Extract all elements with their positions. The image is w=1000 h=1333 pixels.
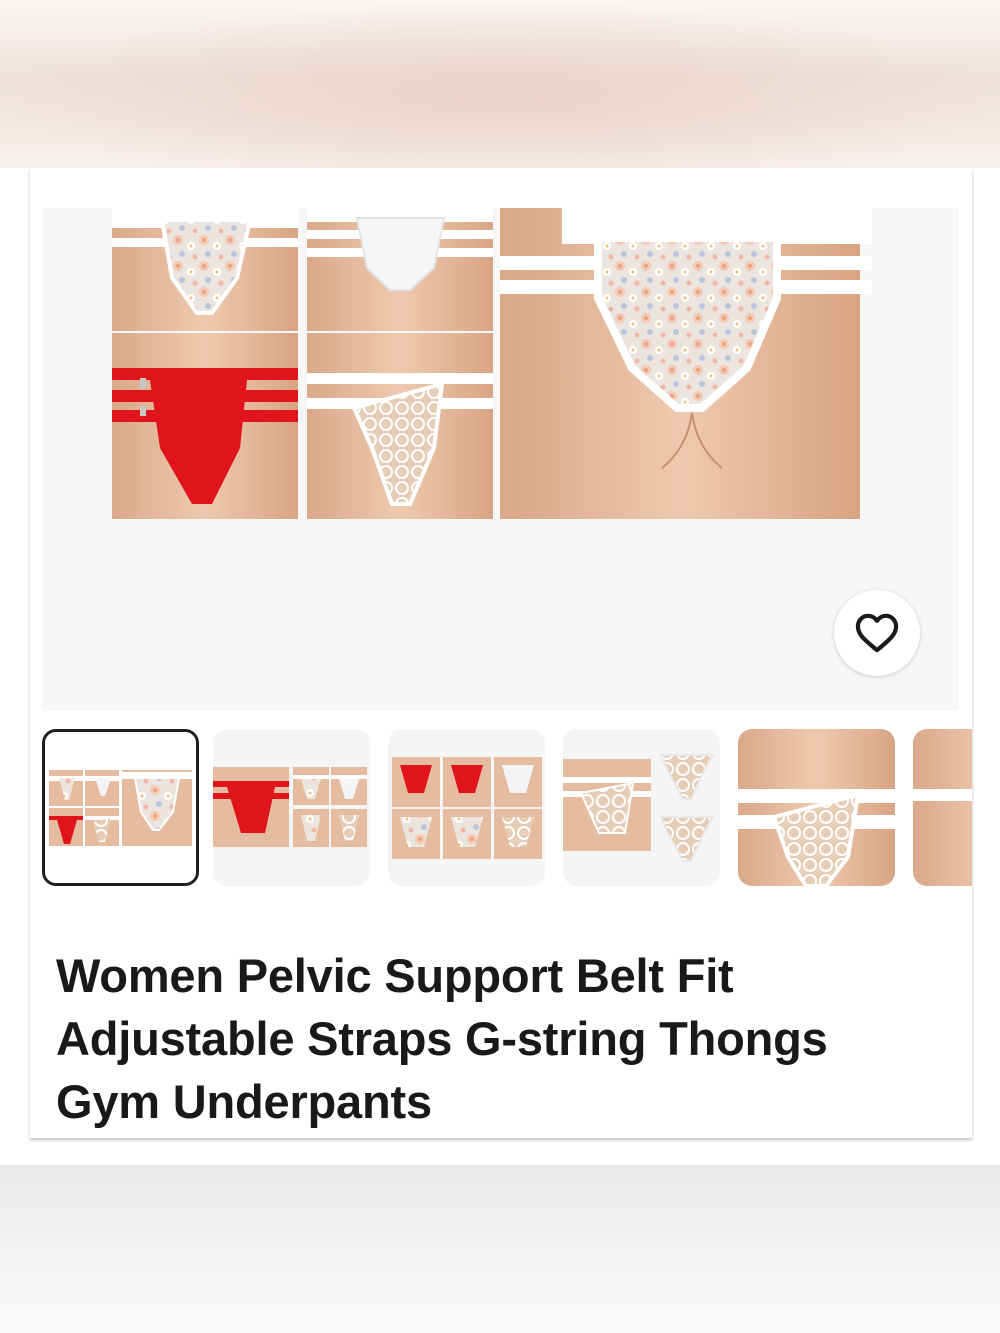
thumbnail-lattice-front-image [738, 729, 895, 886]
thumbnail-1[interactable] [42, 729, 199, 886]
thumbnail-4[interactable] [563, 729, 720, 886]
screenshot-page: Women Pelvic Support Belt Fit Adjustable… [0, 0, 1000, 1333]
thumbnail-2[interactable] [213, 729, 370, 886]
thumbnail-lattice-image [563, 729, 720, 886]
thumbnail-3[interactable] [388, 729, 545, 886]
thumbnail-collage-image [45, 732, 196, 883]
thumbnail-strip [42, 729, 972, 887]
product-main-image[interactable] [42, 208, 959, 711]
product-collage-image [112, 208, 872, 519]
thumbnail-grid-image [388, 729, 545, 886]
listing-title: Women Pelvic Support Belt Fit Adjustable… [56, 949, 828, 1128]
blurred-background-top [0, 0, 1000, 168]
thumbnail-partial-image [913, 729, 972, 886]
heart-icon [855, 613, 899, 653]
thumbnail-6[interactable] [913, 729, 972, 886]
listing-card: Women Pelvic Support Belt Fit Adjustable… [30, 168, 972, 1138]
thumbnail-5[interactable] [738, 729, 895, 886]
thumbnail-variant-collage-image [213, 729, 370, 886]
blurred-background-bottom [0, 1165, 1000, 1333]
favorite-button[interactable] [834, 590, 920, 676]
